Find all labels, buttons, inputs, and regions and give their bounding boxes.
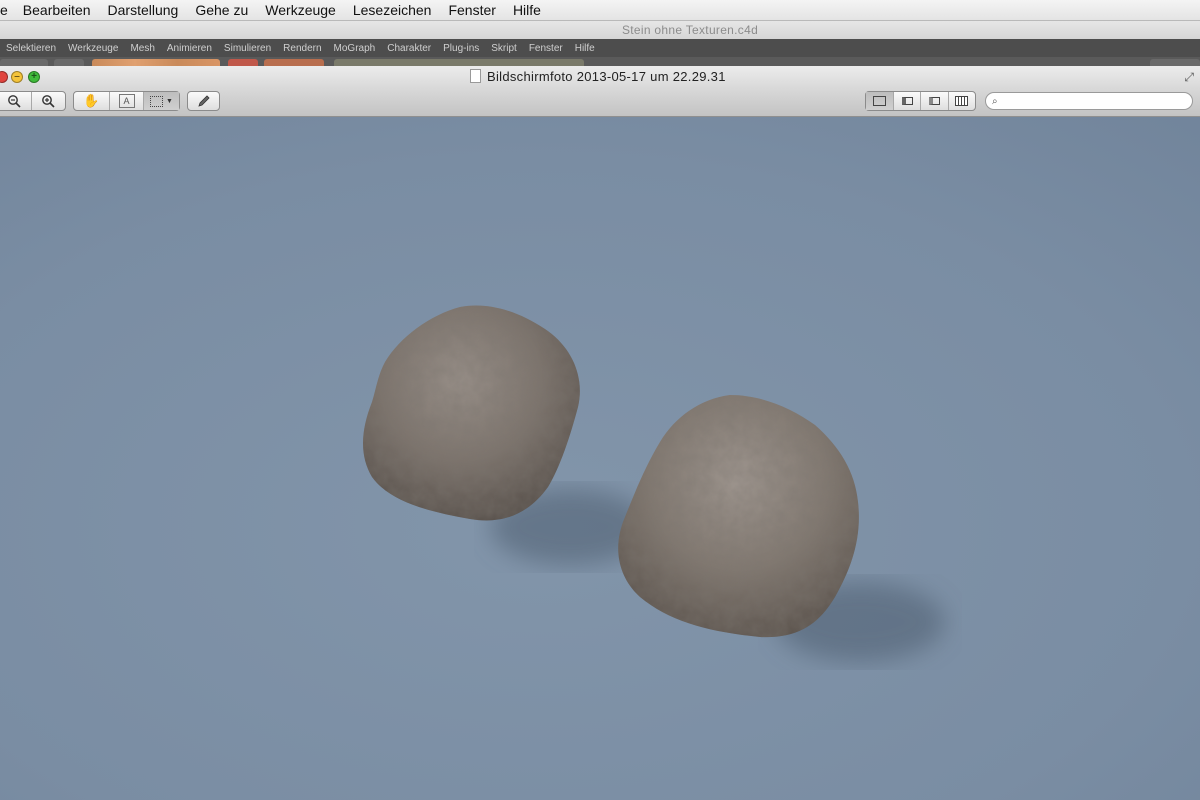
rect-select-icon	[150, 95, 164, 107]
mac-menu-bar: e Bearbeiten Darstellung Gehe zu Werkzeu…	[0, 0, 1200, 21]
rendered-image	[0, 117, 1200, 800]
c4d-menu-mograph[interactable]: MoGraph	[334, 43, 376, 54]
menu-darstellung[interactable]: Darstellung	[108, 2, 179, 18]
pencil-icon	[197, 95, 210, 107]
contact-sheet-icon	[955, 96, 969, 106]
rect-select-button[interactable]: ▼	[144, 92, 179, 110]
c4d-document-title: Stein ohne Texturen.c4d	[621, 23, 759, 37]
thumbnail-sidebar-button[interactable]	[894, 92, 922, 110]
c4d-window-title: Stein ohne Texturen.c4d	[0, 21, 1200, 40]
c4d-menu-skript[interactable]: Skript	[491, 43, 517, 54]
fullscreen-icon[interactable]: ⤢	[1184, 70, 1194, 85]
zoom-out-button[interactable]	[0, 92, 32, 110]
annotate-segment	[187, 91, 220, 111]
c4d-menu-charakter[interactable]: Charakter	[387, 43, 431, 54]
single-page-button[interactable]	[866, 92, 895, 110]
text-select-button[interactable]: A	[110, 92, 145, 110]
search-icon: ⌕	[992, 96, 998, 107]
zoom-segment	[0, 91, 66, 111]
toc-sidebar-button[interactable]	[921, 92, 949, 110]
minimize-icon[interactable]: –	[11, 71, 23, 83]
text-select-icon: A	[118, 94, 135, 108]
tool-segment: ✋ A ▼	[73, 91, 180, 111]
c4d-menu-bar: Selektieren Werkzeuge Mesh Animieren Sim…	[0, 39, 1200, 57]
close-icon[interactable]	[0, 71, 8, 83]
contact-sheet-button[interactable]	[949, 92, 975, 110]
search-input[interactable]	[1000, 94, 1175, 108]
floor-background	[0, 117, 1200, 800]
zoom-icon[interactable]: +	[28, 71, 40, 83]
search-field[interactable]: ⌕	[985, 92, 1193, 110]
zoom-in-button[interactable]	[32, 92, 66, 110]
document-icon	[470, 69, 481, 83]
view-mode-segment	[865, 91, 976, 111]
menu-fenster[interactable]: Fenster	[448, 2, 495, 18]
preview-window: – + Bildschirmfoto 2013-05-17 um 22.29.3…	[0, 66, 1200, 800]
thumbnail-sidebar-icon	[901, 97, 913, 105]
c4d-menu-animieren[interactable]: Animieren	[167, 43, 212, 54]
hand-icon: ✋	[83, 93, 100, 108]
annotate-button[interactable]	[188, 92, 219, 110]
chevron-down-icon: ▼	[166, 97, 173, 105]
c4d-menu-selektieren[interactable]: Selektieren	[6, 43, 56, 54]
c4d-menu-werkzeuge[interactable]: Werkzeuge	[68, 43, 118, 54]
zoom-in-icon	[42, 95, 55, 108]
c4d-menu-mesh[interactable]: Mesh	[130, 43, 154, 54]
preview-window-title: Bildschirmfoto 2013-05-17 um 22.29.31	[470, 69, 726, 84]
c4d-menu-simulieren[interactable]: Simulieren	[224, 43, 271, 54]
menu-gehe-zu[interactable]: Gehe zu	[195, 2, 248, 18]
move-tool-button[interactable]: ✋	[74, 92, 110, 110]
menu-hilfe[interactable]: Hilfe	[513, 2, 541, 18]
menu-werkzeuge[interactable]: Werkzeuge	[265, 2, 336, 18]
zoom-out-icon	[7, 95, 21, 108]
c4d-menu-fenster[interactable]: Fenster	[529, 43, 563, 54]
toc-sidebar-icon	[929, 97, 941, 105]
preview-title-text: Bildschirmfoto 2013-05-17 um 22.29.31	[487, 69, 726, 84]
preview-toolbar: ✋ A ▼ ⌕	[0, 88, 1200, 117]
image-canvas[interactable]	[0, 117, 1200, 800]
menu-lesezeichen[interactable]: Lesezeichen	[353, 2, 432, 18]
single-page-icon	[873, 96, 887, 106]
c4d-menu-rendern[interactable]: Rendern	[283, 43, 321, 54]
c4d-menu-plugins[interactable]: Plug-ins	[443, 43, 479, 54]
c4d-menu-hilfe[interactable]: Hilfe	[575, 43, 595, 54]
preview-titlebar[interactable]: – + Bildschirmfoto 2013-05-17 um 22.29.3…	[0, 66, 1200, 88]
menu-bearbeiten[interactable]: Bearbeiten	[23, 2, 91, 18]
menu-app[interactable]: e	[0, 2, 8, 18]
